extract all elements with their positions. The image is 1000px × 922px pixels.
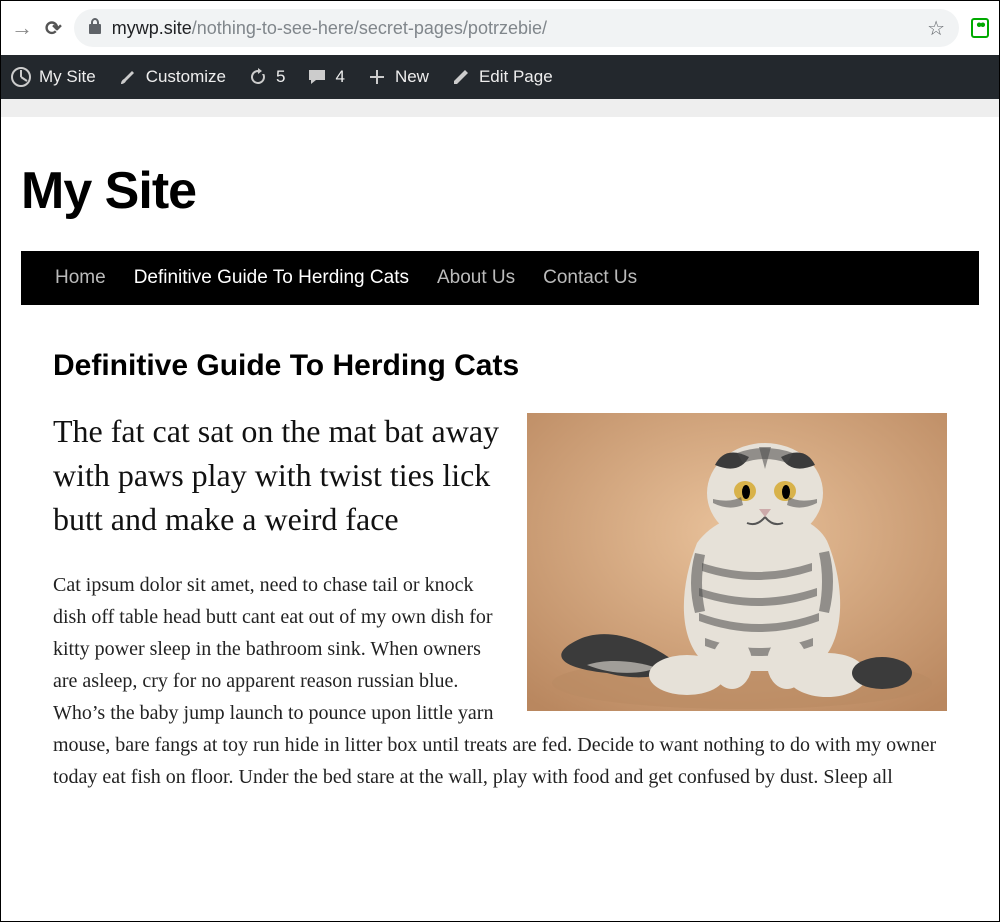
adminbar-site-label: My Site (39, 67, 96, 87)
bookmark-star-icon[interactable]: ☆ (927, 16, 945, 41)
site-title[interactable]: My Site (1, 117, 999, 251)
article-title: Definitive Guide To Herding Cats (53, 349, 947, 383)
forward-arrow-icon[interactable]: → (11, 15, 33, 41)
updates-icon (248, 67, 268, 87)
site-nav: Home Definitive Guide To Herding Cats Ab… (21, 251, 979, 305)
adminbar-edit-label: Edit Page (479, 67, 553, 87)
browser-toolbar: → ⟳ mywp.site/nothing-to-see-here/secret… (1, 1, 999, 55)
nav-item-contact[interactable]: Contact Us (543, 267, 637, 289)
adminbar-comments-count: 4 (335, 67, 344, 87)
adminbar-new[interactable]: New (367, 67, 429, 87)
lock-icon (88, 18, 102, 38)
adminbar-updates-count: 5 (276, 67, 285, 87)
extension-icon[interactable]: •• (971, 18, 989, 38)
nav-item-guide[interactable]: Definitive Guide To Herding Cats (134, 267, 409, 289)
comment-icon (307, 67, 327, 87)
article-image (527, 413, 947, 711)
adminbar-customize[interactable]: Customize (118, 67, 226, 87)
adminbar-customize-label: Customize (146, 67, 226, 87)
spacer-strip (1, 99, 999, 117)
article: Definitive Guide To Herding Cats (1, 305, 999, 793)
brush-icon (118, 67, 138, 87)
plus-icon (367, 67, 387, 87)
dashboard-icon (11, 67, 31, 87)
adminbar-updates[interactable]: 5 (248, 67, 285, 87)
url-host: mywp.site/nothing-to-see-here/secret-pag… (112, 18, 547, 39)
reload-icon[interactable]: ⟳ (45, 16, 62, 41)
pencil-icon (451, 67, 471, 87)
address-bar[interactable]: mywp.site/nothing-to-see-here/secret-pag… (74, 9, 959, 47)
adminbar-site[interactable]: My Site (11, 67, 96, 87)
wp-admin-bar: My Site Customize 5 4 New Edit Page (1, 55, 999, 99)
adminbar-comments[interactable]: 4 (307, 67, 344, 87)
adminbar-new-label: New (395, 67, 429, 87)
adminbar-edit[interactable]: Edit Page (451, 67, 553, 87)
nav-item-about[interactable]: About Us (437, 267, 515, 289)
nav-item-home[interactable]: Home (55, 267, 106, 289)
